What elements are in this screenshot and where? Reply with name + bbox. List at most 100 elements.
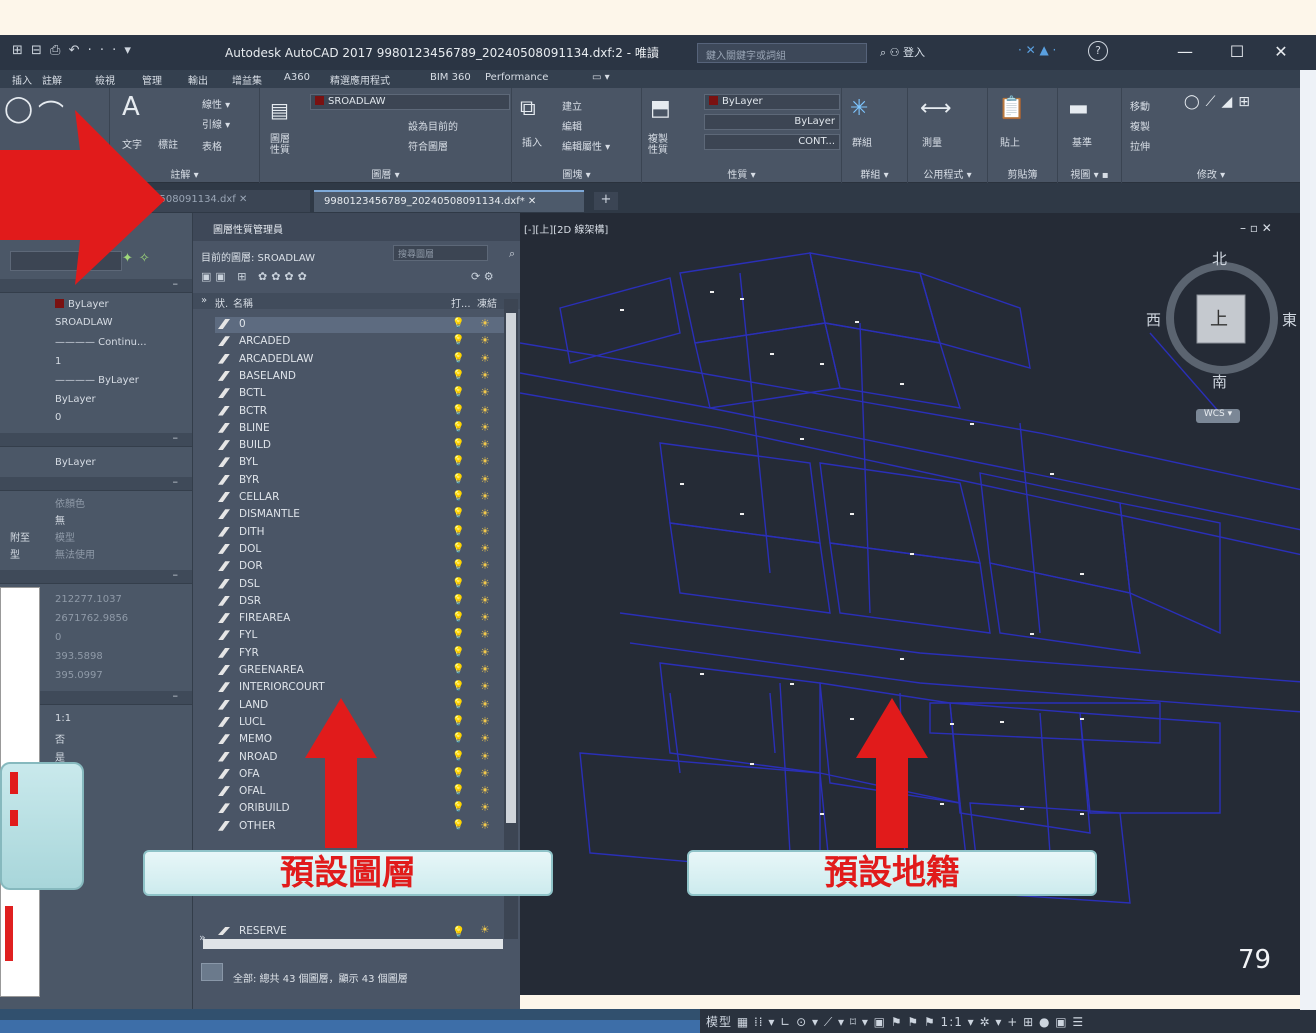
layer-row[interactable]: BUILD 💡 ☀ (215, 438, 515, 454)
layer-freeze-icon[interactable]: ☀ (480, 577, 490, 590)
layer-on-icon[interactable]: 💡 (452, 370, 464, 381)
layer-on-icon[interactable]: 💡 (452, 422, 464, 433)
paste-icon[interactable]: 📋 (998, 96, 1025, 121)
make-current-button[interactable]: 設為目前的 (408, 118, 458, 133)
match-properties-label[interactable]: 複製性質 (648, 134, 676, 156)
measure-icon[interactable]: ⟷ (920, 96, 952, 121)
layer-freeze-icon[interactable]: ☀ (480, 801, 490, 814)
layer-on-icon[interactable]: 💡 (452, 733, 464, 744)
quick-access-toolbar[interactable]: ⊞ ⊟ ⎙ ↶ · · · ▾ (12, 43, 133, 58)
layer-freeze-icon[interactable]: ☀ (480, 715, 490, 728)
wcs-button[interactable]: WCS ▾ (1196, 409, 1240, 423)
measure-label[interactable]: 測量 (922, 134, 942, 149)
layer-row[interactable]: DISMANTLE 💡 ☀ (215, 507, 515, 523)
tab-bim360[interactable]: BIM 360 (430, 72, 471, 83)
layer-row[interactable]: FYL 💡 ☀ (215, 628, 515, 644)
layer-on-icon[interactable]: 💡 (452, 474, 464, 485)
layer-row[interactable]: FIREAREA 💡 ☀ (215, 611, 515, 627)
close-button[interactable]: ✕ (1266, 41, 1296, 63)
layer-freeze-icon[interactable]: ☀ (480, 663, 490, 676)
layer-freeze-icon[interactable]: ☀ (480, 594, 490, 607)
layer-freeze-icon[interactable]: ☀ (480, 542, 490, 555)
layer-on-icon[interactable]: 💡 (452, 629, 464, 640)
layer-freeze-icon[interactable]: ☀ (480, 352, 490, 365)
paste-label[interactable]: 貼上 (1000, 134, 1020, 149)
layer-on-icon[interactable]: 💡 (452, 526, 464, 537)
layer-on-icon[interactable]: 💡 (452, 578, 464, 589)
block-group-label[interactable]: 圖塊 ▾ (512, 166, 641, 181)
layer-freeze-icon[interactable]: ☀ (480, 611, 490, 624)
copy-button[interactable]: 複製 (1130, 118, 1150, 133)
layer-freeze-icon[interactable]: ☀ (480, 404, 490, 417)
tab-performance[interactable]: Performance (485, 72, 548, 83)
new-tab-button[interactable]: + (594, 192, 618, 210)
linetype-dropdown[interactable]: CONT... (704, 134, 840, 150)
search-input[interactable]: 鍵入關鍵字或詞組 (697, 43, 867, 63)
layer-row[interactable]: INTERIORCOURT 💡 ☀ (215, 680, 515, 696)
layer-on-icon[interactable]: 💡 (452, 925, 465, 938)
layer-row[interactable]: DITH 💡 ☀ (215, 525, 515, 541)
prop-linetype[interactable]: ———— Continu... (55, 337, 147, 348)
tab-overflow[interactable]: ▭ ▾ (592, 72, 610, 83)
layer-search-input[interactable]: 搜尋圖層 (393, 245, 488, 261)
layer-row[interactable]: DOR 💡 ☀ (215, 559, 515, 575)
section-header-3d[interactable] (0, 431, 192, 447)
layer-on-icon[interactable]: 💡 (452, 335, 464, 346)
layer-freeze-icon[interactable]: ☀ (480, 507, 490, 520)
view-group-label[interactable]: 視圖 ▾ ▪ (1058, 166, 1121, 181)
layer-on-icon[interactable]: 💡 (452, 681, 464, 692)
section-header-view[interactable] (0, 568, 192, 584)
layer-freeze-icon[interactable]: ☀ (480, 646, 490, 659)
minimize-button[interactable]: — (1170, 41, 1200, 63)
layer-row[interactable]: CELLAR 💡 ☀ (215, 490, 515, 506)
layer-list-scroll-thumb[interactable] (506, 313, 516, 823)
tab-addins[interactable]: 增益集 (232, 72, 262, 87)
tab-a360[interactable]: A360 (284, 72, 310, 83)
layer-row[interactable]: BYR 💡 ☀ (215, 473, 515, 489)
layer-freeze-icon[interactable]: ☀ (480, 732, 490, 745)
tab-annotate[interactable]: 註解 (42, 72, 62, 87)
col-on[interactable]: 打... (451, 295, 471, 310)
layer-dropdown[interactable]: SROADLAW (310, 94, 510, 110)
linear-dim-button[interactable]: 線性 ▾ (202, 96, 230, 111)
color-dropdown[interactable]: ByLayer (704, 94, 840, 110)
layer-freeze-icon[interactable]: ☀ (480, 698, 490, 711)
layer-freeze-icon[interactable]: ☀ (480, 490, 490, 503)
layer-row[interactable]: DOL 💡 ☀ (215, 542, 515, 558)
layer-freeze-icon[interactable]: ☀ (480, 421, 490, 434)
layer-freeze-icon[interactable]: ☀ (480, 386, 490, 399)
match-properties-icon[interactable]: ⬒ (650, 96, 671, 121)
help-icon[interactable]: ? (1088, 41, 1108, 61)
layer-freeze-icon[interactable]: ☀ (480, 455, 490, 468)
layer-on-icon[interactable]: 💡 (452, 785, 464, 796)
layer-on-icon[interactable]: 💡 (452, 664, 464, 675)
prop-lineweight[interactable]: ———— ByLayer (55, 375, 139, 386)
tab-featured-apps[interactable]: 精選應用程式 (330, 72, 390, 87)
prop-material[interactable]: ByLayer (55, 457, 96, 468)
base-view-label[interactable]: 基準 (1072, 134, 1092, 149)
utilities-group-label[interactable]: 公用程式 ▾ (908, 166, 987, 181)
layer-row[interactable]: ARCADED 💡 ☀ (215, 334, 515, 350)
leader-button[interactable]: 引線 ▾ (202, 116, 230, 131)
stretch-button[interactable]: 拉伸 (1130, 138, 1150, 153)
layer-row[interactable]: FYR 💡 ☀ (215, 646, 515, 662)
tab-view[interactable]: 檢視 (95, 72, 115, 87)
layer-freeze-icon[interactable]: ☀ (480, 784, 490, 797)
layer-on-icon[interactable]: 💡 (452, 491, 464, 502)
groups-group-label[interactable]: 群組 ▾ (842, 166, 907, 181)
compass-east[interactable]: 東 (1282, 309, 1297, 330)
edit-attributes-button[interactable]: 編輯屬性 ▾ (562, 138, 610, 153)
prop-thickness[interactable]: 0 (55, 412, 61, 423)
layer-freeze-icon[interactable]: ☀ (480, 767, 490, 780)
layer-freeze-icon[interactable]: ☀ (480, 473, 490, 486)
prop-linetype-scale[interactable]: 1 (55, 356, 61, 367)
layer-properties-icon[interactable]: ▤ (270, 98, 289, 122)
layer-on-icon[interactable]: 💡 (452, 405, 464, 416)
layer-on-icon[interactable]: 💡 (452, 716, 464, 727)
properties-group-label[interactable]: 性質 ▾ (642, 166, 841, 181)
layer-properties-label[interactable]: 圖層性質 (270, 134, 298, 156)
prop-plot-style[interactable]: 依顏色 (55, 495, 85, 510)
col-freeze[interactable]: 凍結 (477, 295, 497, 310)
filter-icon[interactable] (201, 963, 223, 981)
signin-button[interactable]: ⌕ ⚇ 登入 (880, 44, 925, 60)
